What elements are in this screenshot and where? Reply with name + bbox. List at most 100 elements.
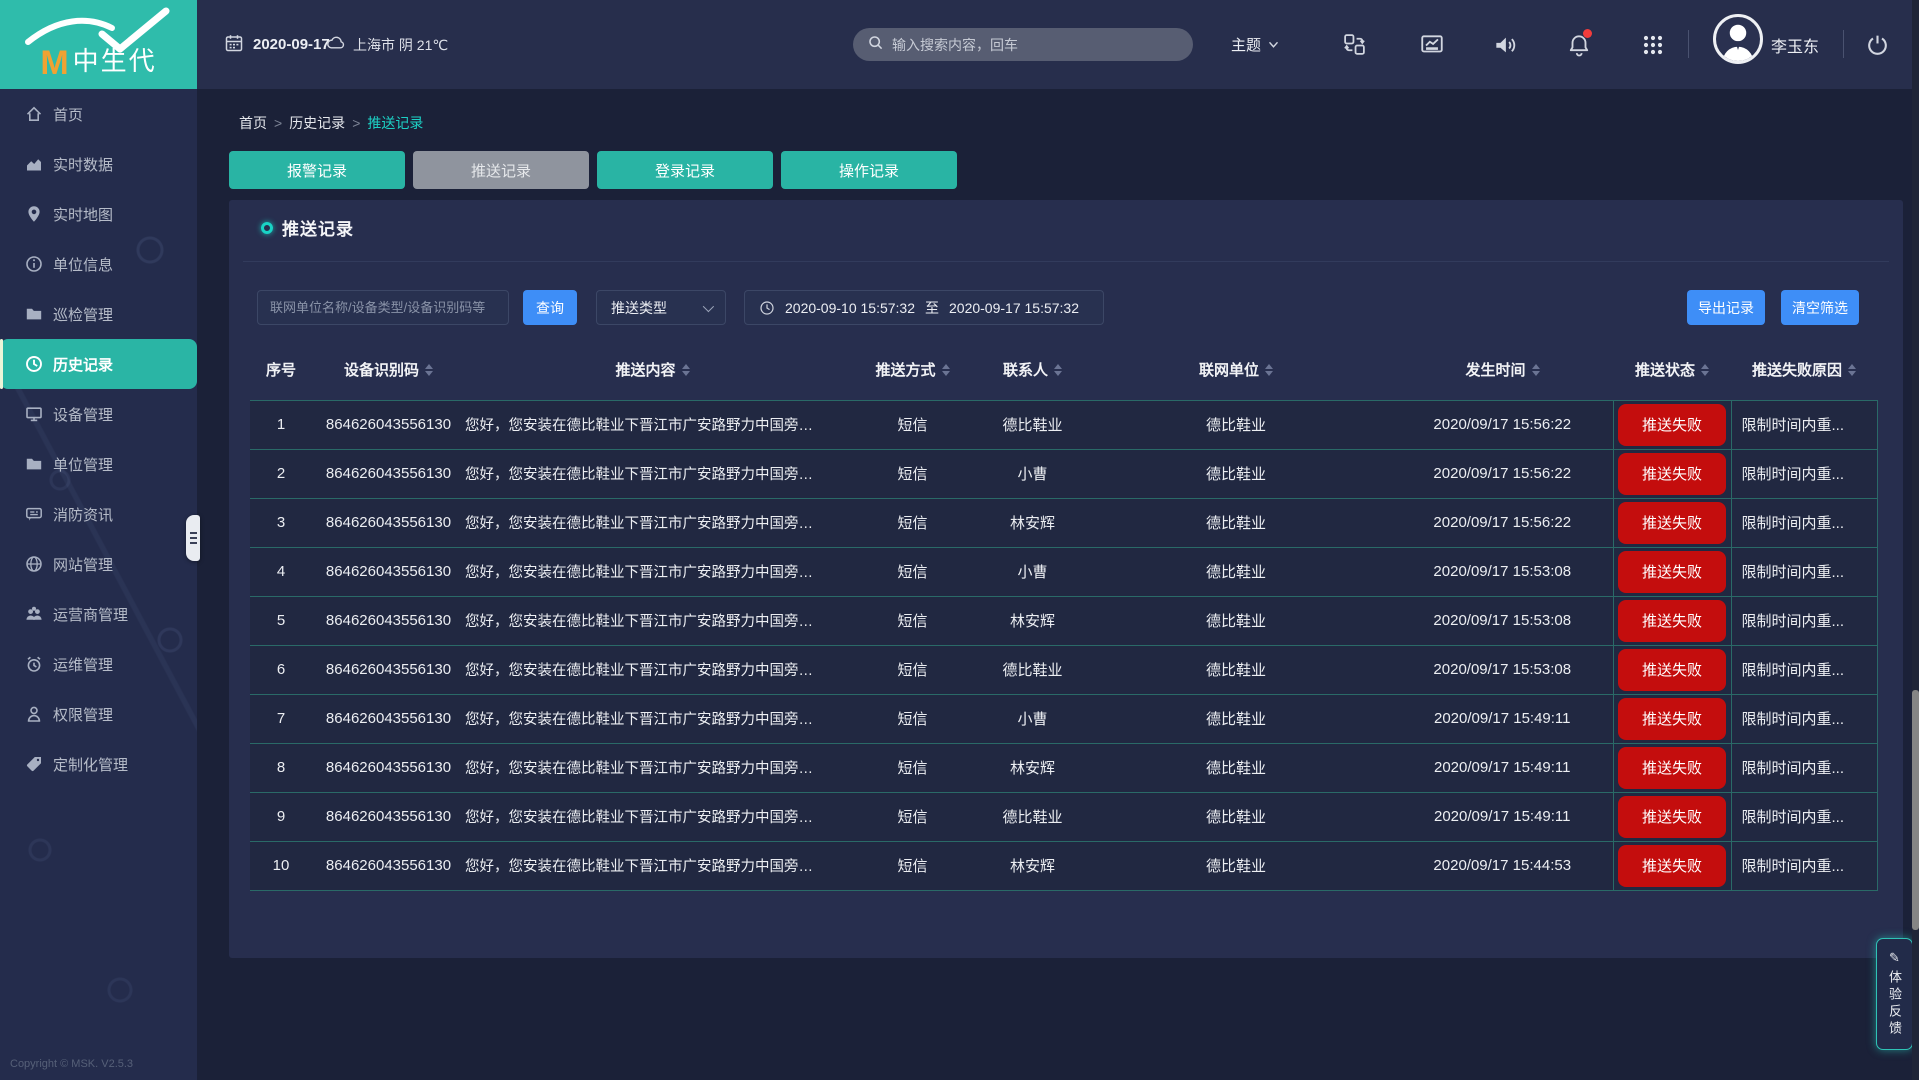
tab-3[interactable]: 登录记录: [597, 151, 773, 189]
sidebar-item-6[interactable]: 历史记录: [0, 339, 197, 389]
sidebar-item-10[interactable]: 网站管理: [0, 539, 197, 589]
tab-1[interactable]: 报警记录: [229, 151, 405, 189]
apps-grid-icon[interactable]: [1639, 31, 1666, 58]
sidebar-item-11[interactable]: 运营商管理: [0, 589, 197, 639]
sidebar-item-2[interactable]: 实时数据: [0, 139, 197, 189]
volume-icon[interactable]: [1491, 31, 1518, 58]
breadcrumb-item[interactable]: 推送记录: [367, 113, 423, 133]
sidebar-item-label: 单位信息: [53, 254, 113, 275]
column-header-sort[interactable]: 发生时间: [1465, 359, 1539, 380]
scrollbar-thumb[interactable]: [1912, 690, 1919, 930]
cell-content: 您好，您安装在德比鞋业下晋江市广安路野力中国旁边德...: [465, 400, 840, 449]
column-header: 推送失败原因: [1731, 340, 1877, 400]
chart-icon[interactable]: [1418, 31, 1445, 58]
query-button[interactable]: 查询: [523, 290, 577, 325]
cell-device-id: 864626043556130: [312, 694, 465, 743]
status-badge: 推送失败: [1618, 600, 1726, 642]
cell-no: 8: [250, 743, 312, 792]
push-records-panel: 推送记录 查询 推送类型 2020-09-10 15:57:32 至 2020-…: [229, 200, 1903, 958]
cell-content: 您好，您安装在德比鞋业下晋江市广安路野力中国旁边德...: [465, 743, 840, 792]
date-start: 2020-09-10 15:57:32: [785, 300, 915, 316]
sidebar-item-label: 巡检管理: [53, 304, 113, 325]
username[interactable]: 李玉东: [1771, 0, 1819, 89]
status-badge: 推送失败: [1618, 845, 1726, 887]
column-header-sort[interactable]: 联系人: [1003, 359, 1062, 380]
notification-badge: [1583, 29, 1592, 38]
table-row: 8864626043556130您好，您安装在德比鞋业下晋江市广安路野力中国旁边…: [250, 743, 1877, 792]
cell-no: 3: [250, 498, 312, 547]
sidebar-item-label: 消防资讯: [53, 504, 113, 525]
cell-reason: 限制时间内重...: [1731, 547, 1877, 596]
sidebar-collapse-handle[interactable]: [186, 515, 200, 561]
keyword-input[interactable]: [258, 300, 508, 315]
bell-icon[interactable]: [1565, 31, 1592, 58]
cell-reason: 限制时间内重...: [1731, 841, 1877, 890]
sidebar-item-9[interactable]: 消防资讯: [0, 489, 197, 539]
sidebar-item-label: 实时地图: [53, 204, 113, 225]
cell-status: 推送失败: [1613, 694, 1731, 743]
search-input[interactable]: [892, 37, 1179, 53]
cell-status: 推送失败: [1613, 841, 1731, 890]
sidebar-item-3[interactable]: 实时地图: [0, 189, 197, 239]
copyright: Copyright © MSK. V2.5.3: [10, 1058, 133, 1070]
theme-selector[interactable]: 主题: [1231, 0, 1279, 89]
clock-icon: [759, 300, 775, 316]
sidebar-item-8[interactable]: 单位管理: [0, 439, 197, 489]
status-badge: 推送失败: [1618, 698, 1726, 740]
column-header-sort[interactable]: 设备识别码: [344, 359, 433, 380]
feedback-button[interactable]: ✎ 体验反馈: [1876, 938, 1913, 1050]
table-header-row: 序号 设备识别码 推送内容 推送方式 联系人 联网单位 发生时间 推送状态 推送失败原因: [250, 340, 1877, 400]
alarm-clock-icon: [24, 654, 44, 674]
cell-contact: 小曹: [985, 449, 1080, 498]
swap-icon[interactable]: [1341, 31, 1368, 58]
cell-content: 您好，您安装在德比鞋业下晋江市广安路野力中国旁边德...: [465, 792, 840, 841]
column-header-sort[interactable]: 推送内容: [615, 359, 689, 380]
chevron-down-icon: [703, 300, 714, 311]
breadcrumb-item[interactable]: 历史记录: [289, 113, 345, 133]
breadcrumb-item[interactable]: 首页: [239, 113, 267, 133]
cell-no: 9: [250, 792, 312, 841]
cell-device-id: 864626043556130: [312, 498, 465, 547]
column-header: 序号: [250, 340, 312, 400]
logo-m: M: [40, 44, 68, 82]
cell-status: 推送失败: [1613, 400, 1731, 449]
column-header-sort[interactable]: 推送失败原因: [1752, 359, 1856, 380]
tab-2[interactable]: 推送记录: [413, 151, 589, 189]
date-range-picker[interactable]: 2020-09-10 15:57:32 至 2020-09-17 15:57:3…: [744, 290, 1104, 325]
column-header-sort[interactable]: 联网单位: [1199, 359, 1273, 380]
power-icon[interactable]: [1864, 31, 1891, 58]
column-header-sort[interactable]: 推送状态: [1635, 359, 1709, 380]
column-header: 推送内容: [465, 340, 840, 400]
sidebar-item-1[interactable]: 首页: [0, 89, 197, 139]
column-header: 推送方式: [840, 340, 985, 400]
cell-contact: 德比鞋业: [985, 400, 1080, 449]
globe-icon: [24, 554, 44, 574]
sidebar-item-14[interactable]: 定制化管理: [0, 739, 197, 789]
sidebar-item-7[interactable]: 设备管理: [0, 389, 197, 439]
search-icon: [867, 34, 884, 56]
cell-device-id: 864626043556130: [312, 792, 465, 841]
avatar[interactable]: [1713, 14, 1763, 64]
sidebar-item-12[interactable]: 运维管理: [0, 639, 197, 689]
cell-unit: 德比鞋业: [1080, 743, 1392, 792]
sidebar-item-label: 权限管理: [53, 704, 113, 725]
push-type-select[interactable]: 推送类型: [596, 290, 726, 325]
cell-status: 推送失败: [1613, 498, 1731, 547]
export-button[interactable]: 导出记录: [1687, 290, 1765, 325]
sidebar-item-13[interactable]: 权限管理: [0, 689, 197, 739]
sidebar-item-4[interactable]: 单位信息: [0, 239, 197, 289]
cell-method: 短信: [840, 841, 985, 890]
logo-name: 中生代: [73, 46, 157, 76]
clear-filters-button[interactable]: 清空筛选: [1781, 290, 1859, 325]
status-badge: 推送失败: [1618, 453, 1726, 495]
tab-4[interactable]: 操作记录: [781, 151, 957, 189]
cell-method: 短信: [840, 400, 985, 449]
sidebar-item-5[interactable]: 巡检管理: [0, 289, 197, 339]
status-badge: 推送失败: [1618, 502, 1726, 544]
chat-icon: [24, 504, 44, 524]
column-header-sort[interactable]: 推送方式: [875, 359, 949, 380]
cell-device-id: 864626043556130: [312, 645, 465, 694]
cell-unit: 德比鞋业: [1080, 645, 1392, 694]
cell-method: 短信: [840, 792, 985, 841]
cell-device-id: 864626043556130: [312, 841, 465, 890]
